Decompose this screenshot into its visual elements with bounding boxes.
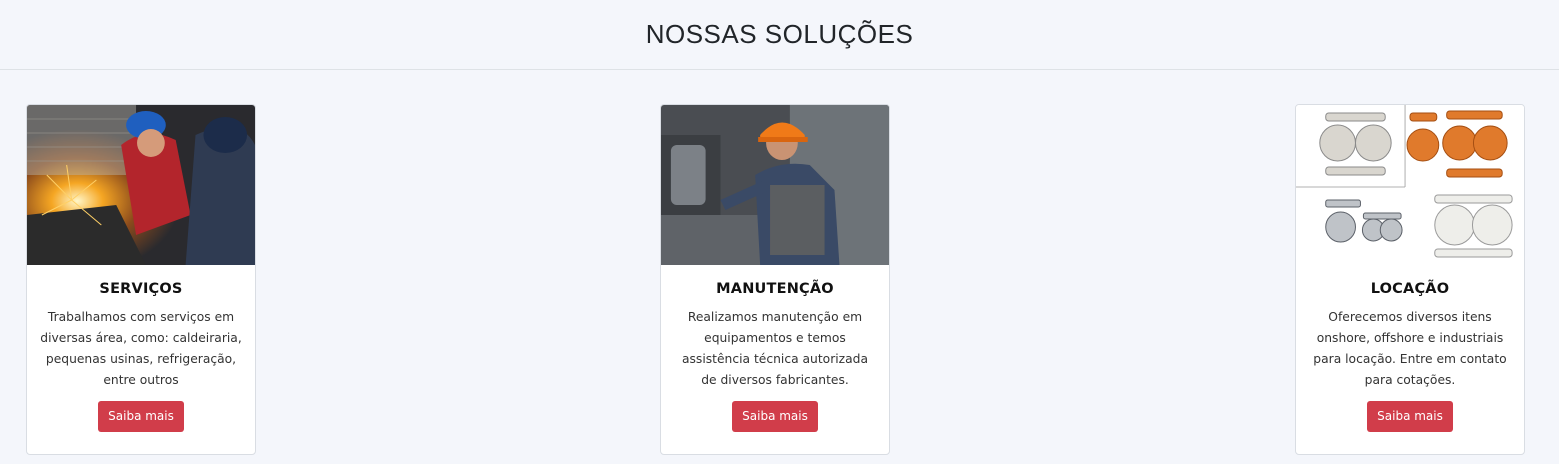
card-body: LOCAÇÃO Oferecemos diversos itens onshor… bbox=[1296, 265, 1524, 432]
welding-photo bbox=[27, 105, 255, 265]
card-description: Trabalhamos com serviços em diversas áre… bbox=[40, 310, 242, 387]
section-title: NOSSAS SOLUÇÕES bbox=[645, 19, 914, 49]
card-description: Oferecemos diversos itens onshore, offsh… bbox=[1313, 310, 1507, 387]
technician-photo bbox=[661, 105, 889, 265]
saiba-mais-button-servicos[interactable]: Saiba mais bbox=[98, 401, 184, 432]
card-title: MANUTENÇÃO bbox=[716, 281, 834, 297]
service-card-servicos: SERVIÇOS Trabalhamos com serviços em div… bbox=[26, 104, 256, 455]
card-description: Realizamos manutenção em equipamentos e … bbox=[681, 310, 868, 387]
pumps-photo bbox=[1296, 105, 1524, 265]
service-card-manutencao: MANUTENÇÃO Realizamos manutenção em equi… bbox=[660, 104, 890, 455]
service-card-locacao: LOCAÇÃO Oferecemos diversos itens onshor… bbox=[1295, 104, 1525, 455]
section-header: NOSSAS SOLUÇÕES bbox=[0, 0, 1559, 70]
card-title: SERVIÇOS bbox=[99, 281, 183, 297]
saiba-mais-button-manutencao[interactable]: Saiba mais bbox=[732, 401, 818, 432]
card-body: MANUTENÇÃO Realizamos manutenção em equi… bbox=[661, 265, 889, 432]
card-title: LOCAÇÃO bbox=[1370, 281, 1450, 297]
saiba-mais-button-locacao[interactable]: Saiba mais bbox=[1367, 401, 1453, 432]
card-body: SERVIÇOS Trabalhamos com serviços em div… bbox=[27, 265, 255, 432]
